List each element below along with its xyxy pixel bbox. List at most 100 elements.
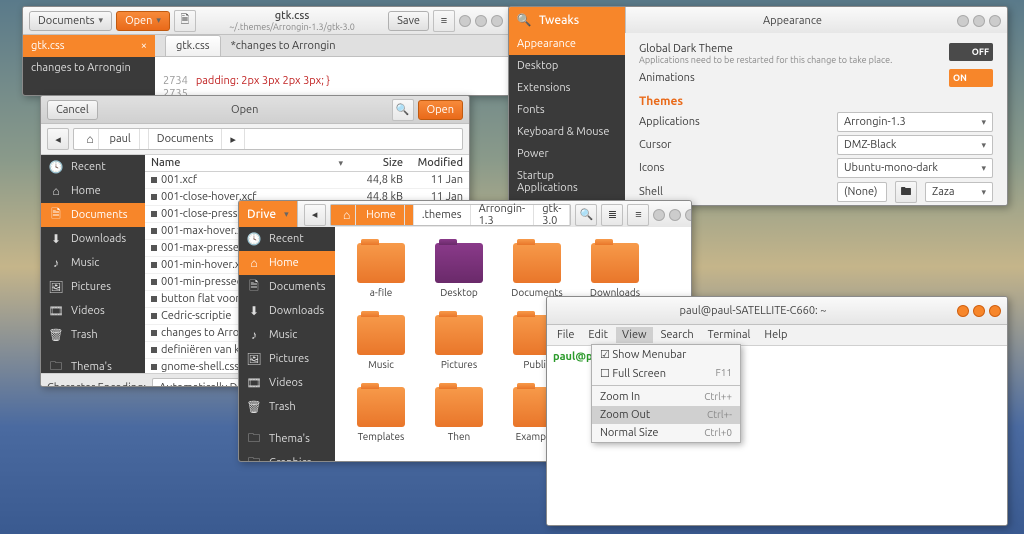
- col-modified[interactable]: Modified: [403, 157, 463, 169]
- side-graphics[interactable]: 🗀Graphics: [239, 451, 335, 461]
- tweaks-side-extensions[interactable]: Extensions: [509, 77, 625, 99]
- theme-select-cursor[interactable]: DMZ-Black▾: [837, 135, 993, 155]
- side-pictures[interactable]: 🖼Pictures: [41, 275, 145, 299]
- max-button[interactable]: [973, 305, 985, 317]
- folder-crumb[interactable]: Documents: [149, 129, 223, 149]
- search-icon[interactable]: 🔍: [517, 13, 531, 27]
- side-recent[interactable]: 🕓Recent: [239, 227, 335, 251]
- shell-none[interactable]: (None): [837, 182, 887, 202]
- view-normal-size[interactable]: Normal SizeCtrl+0: [592, 424, 740, 442]
- crumb-home[interactable]: ⌂ Home: [331, 205, 414, 225]
- min-button[interactable]: [459, 15, 471, 27]
- view-zoom-in[interactable]: Zoom InCtrl++: [592, 388, 740, 406]
- documents-dropdown[interactable]: Documents ▾: [29, 11, 112, 31]
- side-downloads[interactable]: ⬇Downloads: [41, 227, 145, 251]
- close-icon[interactable]: ×: [141, 40, 147, 52]
- close-button[interactable]: [989, 15, 1001, 27]
- menu-edit[interactable]: Edit: [582, 327, 614, 343]
- side-pictures[interactable]: 🖼Pictures: [239, 347, 335, 371]
- crumb-gtk[interactable]: gtk-3.0: [534, 205, 570, 225]
- sidebar-tab-gtk[interactable]: gtk.css×: [23, 35, 155, 57]
- max-button[interactable]: [973, 15, 985, 27]
- tweaks-side-appearance[interactable]: Appearance: [509, 33, 625, 55]
- menu-search[interactable]: Search: [655, 327, 700, 343]
- side-home[interactable]: ⌂Home: [239, 251, 335, 275]
- side-videos[interactable]: 🎞Videos: [41, 299, 145, 323]
- tab-gtk[interactable]: gtk.css: [165, 35, 221, 56]
- side-thema-s[interactable]: 🗀Thema's: [41, 355, 145, 373]
- max-button[interactable]: [475, 15, 487, 27]
- theme-select-applications[interactable]: Arrongin-1.3▾: [837, 112, 993, 132]
- sidebar-tab-changes[interactable]: changes to Arrongin: [23, 57, 155, 79]
- file-row[interactable]: 001.xcf44,8 kB11 Jan: [145, 172, 469, 189]
- path-forward[interactable]: ▸: [222, 129, 245, 149]
- side-home[interactable]: ⌂Home: [41, 179, 145, 203]
- new-tab-button[interactable]: 🗎: [174, 10, 196, 32]
- shell-browse-icon[interactable]: 🖿: [895, 181, 917, 203]
- view-show-menubar[interactable]: ☑ Show Menubar: [592, 345, 740, 364]
- folder-then[interactable]: Then: [429, 387, 489, 445]
- tab-changes[interactable]: *changes to Arrongin: [221, 36, 346, 56]
- col-name[interactable]: Name▾: [151, 157, 343, 169]
- save-button[interactable]: Save: [388, 11, 429, 31]
- folder-icon: [435, 243, 483, 283]
- view-list-icon[interactable]: ≣: [601, 204, 623, 226]
- side-trash[interactable]: 🗑Trash: [41, 323, 145, 347]
- animations-switch[interactable]: ON: [949, 69, 993, 87]
- path-back[interactable]: ◂: [47, 128, 69, 150]
- theme-select-shell[interactable]: Zaza▾: [925, 182, 993, 202]
- tweaks-side-power[interactable]: Power: [509, 143, 625, 165]
- side-trash[interactable]: 🗑Trash: [239, 395, 335, 419]
- close-button[interactable]: [685, 209, 692, 221]
- menu-terminal[interactable]: Terminal: [702, 327, 757, 343]
- tweaks-side-startup-applications[interactable]: Startup Applications: [509, 165, 625, 199]
- recent-icon: 🕓: [49, 160, 63, 174]
- search-icon[interactable]: 🔍: [575, 204, 597, 226]
- min-button[interactable]: [653, 209, 665, 221]
- tweaks-side-desktop[interactable]: Desktop: [509, 55, 625, 77]
- cancel-button[interactable]: Cancel: [47, 100, 98, 120]
- menu-view[interactable]: View: [616, 327, 653, 343]
- folder-downloads[interactable]: Downloads: [585, 243, 645, 301]
- theme-select-icons[interactable]: Ubuntu-mono-dark▾: [837, 158, 993, 178]
- side-music[interactable]: ♪Music: [41, 251, 145, 275]
- folder-music[interactable]: Music: [351, 315, 411, 373]
- tweaks-side-fonts[interactable]: Fonts: [509, 99, 625, 121]
- home-crumb[interactable]: ⌂ paul: [74, 129, 149, 149]
- close-button[interactable]: [491, 15, 503, 27]
- folder-a-file[interactable]: a-file: [351, 243, 411, 301]
- side-music[interactable]: ♪Music: [239, 323, 335, 347]
- view-full-screen[interactable]: ☐ Full ScreenF11: [592, 364, 740, 383]
- code-area[interactable]: 2734padding: 2px 3px 2px 3px; } 2735 273…: [155, 57, 509, 96]
- folder-icon: [591, 243, 639, 283]
- min-button[interactable]: [957, 15, 969, 27]
- hamburger-icon[interactable]: ≡: [433, 10, 455, 32]
- crumb-themes[interactable]: .themes: [414, 205, 471, 225]
- folder-templates[interactable]: Templates: [351, 387, 411, 445]
- close-button[interactable]: [989, 305, 1001, 317]
- max-button[interactable]: [669, 209, 681, 221]
- search-icon[interactable]: 🔍: [392, 99, 414, 121]
- side-videos[interactable]: 🎞Videos: [239, 371, 335, 395]
- folder-pictures[interactable]: Pictures: [429, 315, 489, 373]
- open-confirm-button[interactable]: Open: [418, 100, 463, 120]
- folder-desktop[interactable]: Desktop: [429, 243, 489, 301]
- min-button[interactable]: [957, 305, 969, 317]
- terminal-body[interactable]: paul@paul ☑ Show Menubar☐ Full ScreenF11…: [547, 346, 1007, 526]
- col-size[interactable]: Size: [343, 157, 403, 169]
- side-thema-s[interactable]: 🗀Thema's: [239, 427, 335, 451]
- side-documents[interactable]: 🗎Documents: [41, 203, 145, 227]
- view-zoom-out[interactable]: Zoom OutCtrl+-: [592, 406, 740, 424]
- hamburger-icon[interactable]: ≡: [627, 204, 649, 226]
- folder-documents[interactable]: Documents: [507, 243, 567, 301]
- back-button[interactable]: ◂: [304, 204, 326, 226]
- side-documents[interactable]: 🗎Documents: [239, 275, 335, 299]
- menu-file[interactable]: File: [551, 327, 580, 343]
- open-button[interactable]: Open ▾: [116, 11, 170, 31]
- side-recent[interactable]: 🕓Recent: [41, 155, 145, 179]
- dark-theme-switch[interactable]: OFF: [949, 43, 993, 61]
- tweaks-side-keyboard-mouse[interactable]: Keyboard & Mouse: [509, 121, 625, 143]
- side-downloads[interactable]: ⬇Downloads: [239, 299, 335, 323]
- crumb-arrongin[interactable]: Arrongin-1.3: [471, 205, 535, 225]
- menu-help[interactable]: Help: [758, 327, 793, 343]
